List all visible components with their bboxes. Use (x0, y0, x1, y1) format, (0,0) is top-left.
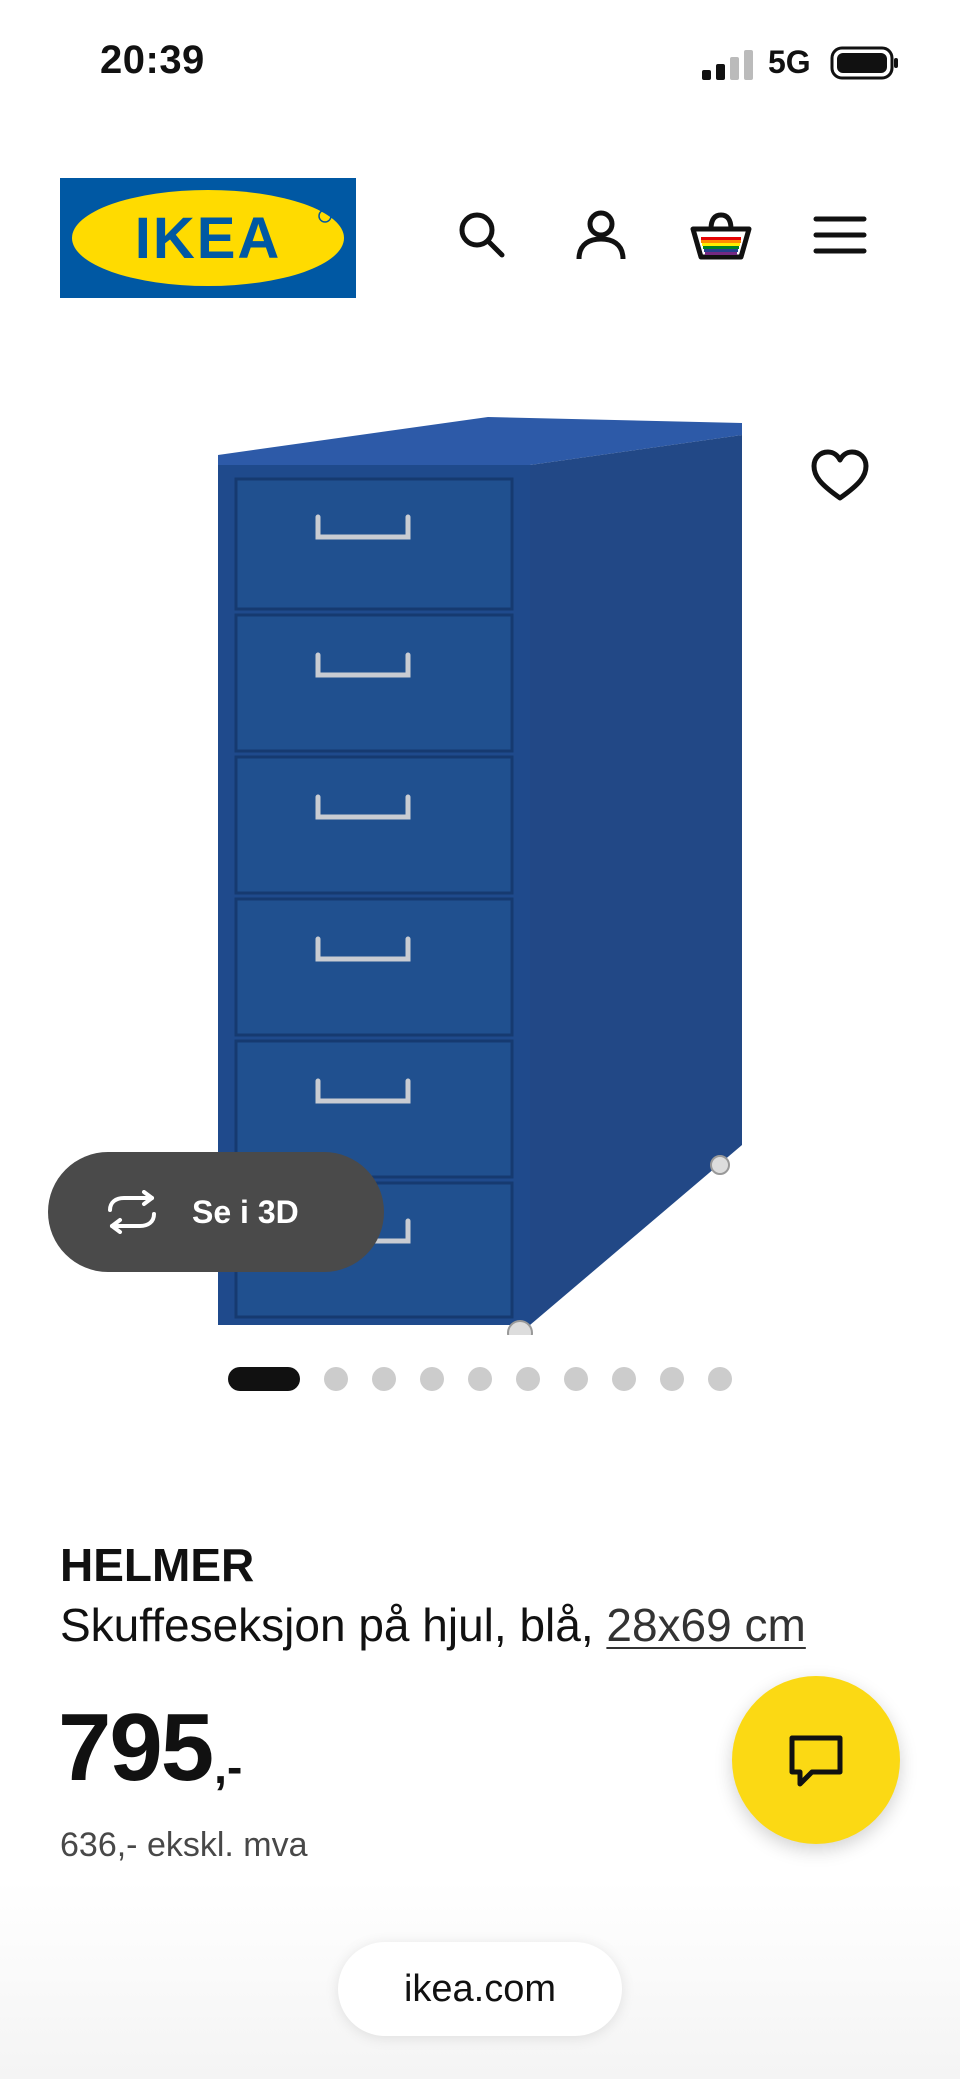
pagination-dot[interactable] (420, 1367, 444, 1391)
chat-button[interactable] (732, 1676, 900, 1844)
wishlist-button[interactable] (804, 440, 876, 512)
pagination-dot[interactable] (468, 1367, 492, 1391)
ikea-logo[interactable]: IKEA (60, 178, 356, 298)
product-description: Skuffeseksjon på hjul, blå, 28x69 cm (60, 1598, 806, 1652)
status-bar: 20:39 5G (0, 0, 960, 120)
rotate-3d-icon (108, 1190, 156, 1234)
network-type: 5G (768, 44, 811, 80)
account-icon (576, 210, 626, 260)
pagination-dot[interactable] (660, 1367, 684, 1391)
status-time: 20:39 (100, 38, 205, 82)
heart-icon (811, 449, 869, 501)
pagination-dot[interactable] (708, 1367, 732, 1391)
product-description-text: Skuffeseksjon på hjul, blå, (60, 1599, 607, 1651)
product-gallery[interactable]: Se i 3D (0, 340, 960, 1340)
see-in-3d-button[interactable]: Se i 3D (48, 1152, 384, 1272)
product-price: 795 ,- (58, 1700, 242, 1796)
product-name: HELMER (60, 1539, 255, 1591)
pagination-dot-active[interactable] (228, 1367, 300, 1391)
cellular-signal-icon (702, 50, 753, 80)
gallery-pagination (228, 1367, 756, 1391)
pagination-dot[interactable] (324, 1367, 348, 1391)
cart-button[interactable] (686, 200, 756, 270)
search-icon (459, 212, 505, 258)
pagination-dot[interactable] (516, 1367, 540, 1391)
pagination-dot[interactable] (612, 1367, 636, 1391)
price-suffix: ,- (214, 1741, 243, 1793)
menu-icon (813, 216, 867, 254)
cart-icon (690, 212, 752, 260)
site-header: IKEA (0, 170, 960, 310)
see-in-3d-label: Se i 3D (192, 1193, 299, 1230)
product-size-link[interactable]: 28x69 cm (606, 1599, 805, 1651)
search-button[interactable] (447, 200, 517, 270)
account-button[interactable] (566, 200, 636, 270)
svg-text:IKEA: IKEA (135, 206, 282, 271)
price-integer: 795 (58, 1694, 214, 1801)
url-bar[interactable]: ikea.com (338, 1942, 622, 2036)
pagination-dot[interactable] (564, 1367, 588, 1391)
chat-bubble-icon (789, 1735, 843, 1787)
pagination-dot[interactable] (372, 1367, 396, 1391)
menu-button[interactable] (805, 200, 875, 270)
price-excl-vat: 636,- ekskl. mva (60, 1826, 308, 1864)
battery-icon (830, 46, 898, 80)
